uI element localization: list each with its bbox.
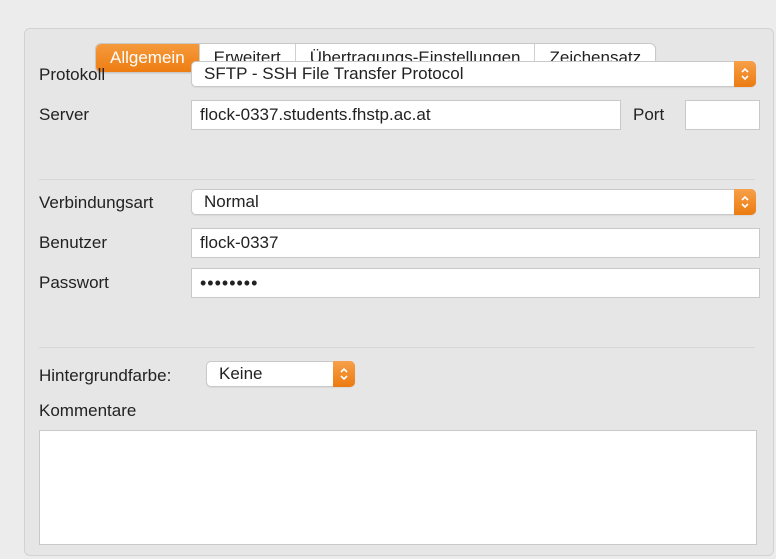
background-color-value: Keine — [219, 364, 263, 383]
tab-allgemein[interactable]: Allgemein — [96, 44, 199, 72]
settings-panel: Allgemein Erweitert Übertragungs-Einstel… — [24, 28, 774, 556]
server-input[interactable]: flock-0337.students.fhstp.ac.at — [191, 100, 621, 130]
connection-type-select[interactable]: Normal — [191, 189, 756, 215]
port-label: Port — [633, 105, 665, 124]
protocol-select-value: SFTP - SSH File Transfer Protocol — [204, 64, 464, 83]
server-label: Server — [39, 105, 90, 124]
password-input[interactable]: •••••••• — [191, 268, 760, 298]
comments-textarea[interactable] — [39, 430, 757, 545]
password-label: Passwort — [39, 273, 109, 292]
protocol-select[interactable]: SFTP - SSH File Transfer Protocol — [191, 61, 756, 87]
port-input[interactable] — [685, 100, 760, 130]
section-divider — [39, 347, 755, 348]
protocol-label: Protokoll — [39, 65, 106, 84]
chevron-updown-icon — [734, 189, 756, 215]
user-input[interactable]: flock-0337 — [191, 228, 760, 258]
section-divider — [39, 179, 755, 180]
background-color-label: Hintergrundfarbe: — [39, 366, 172, 385]
background-color-select[interactable]: Keine — [206, 361, 355, 387]
connection-type-value: Normal — [204, 192, 259, 211]
connection-type-label: Verbindungsart — [39, 193, 154, 212]
chevron-updown-icon — [333, 361, 355, 387]
comments-label: Kommentare — [39, 401, 137, 420]
chevron-updown-icon — [734, 61, 756, 87]
user-label: Benutzer — [39, 233, 108, 252]
